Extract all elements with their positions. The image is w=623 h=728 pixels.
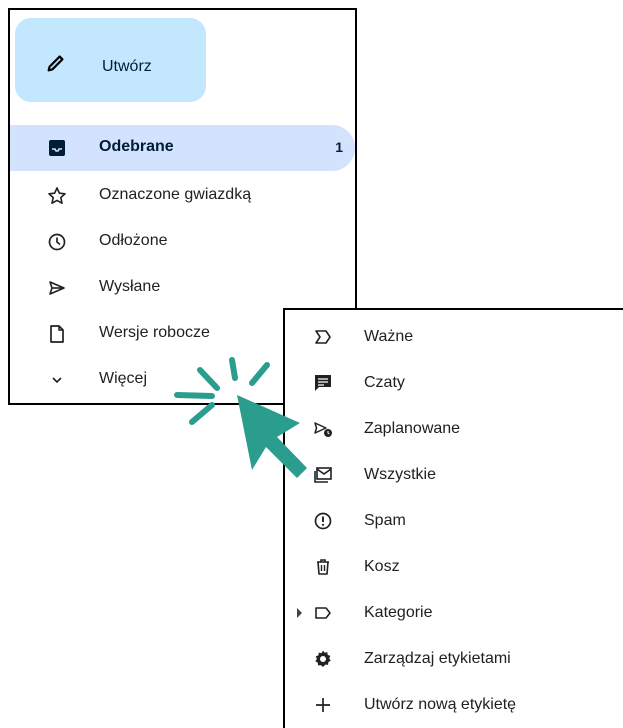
important-icon [315,330,331,344]
compose-label: Utwórz [102,58,152,75]
menu-item-label: Spam [364,512,406,529]
menu-item-all-mail[interactable]: Wszystkie [285,453,623,497]
menu-item-new-label[interactable]: Utwórz nową etykietę [285,683,623,727]
sidebar-item-sent[interactable]: Wysłane [10,265,355,311]
pencil-icon [47,55,64,72]
all-mail-icon [314,467,332,483]
trash-icon [317,559,329,575]
chat-icon [315,375,331,391]
label-icon [315,607,331,619]
spam-icon [314,512,332,530]
menu-item-important[interactable]: Ważne [285,315,623,359]
menu-item-manage-labels[interactable]: Zarządzaj etykietami [285,637,623,681]
menu-item-label: Kosz [364,558,400,575]
inbox-icon [49,140,65,156]
menu-item-spam[interactable]: Spam [285,499,623,543]
plus-icon [316,698,330,712]
menu-item-label: Zaplanowane [364,420,461,437]
expand-caret-icon[interactable] [297,608,302,618]
sidebar-item-label: Oznaczone gwiazdką [99,186,252,203]
scheduled-send-icon [314,422,332,437]
menu-item-scheduled[interactable]: Zaplanowane [285,407,623,451]
sidebar-item-label: Odłożone [99,232,168,249]
send-icon [49,281,65,295]
sidebar-item-snoozed[interactable]: Odłożone [10,219,355,265]
clock-icon [48,233,66,251]
menu-item-categories[interactable]: Kategorie [285,591,623,635]
sidebar-item-label: Odebrane [99,138,174,155]
menu-item-label: Zarządzaj etykietami [364,650,511,667]
sidebar-item-starred[interactable]: Oznaczone gwiazdką [10,173,355,219]
sidebar-item-inbox[interactable]: Odebrane 1 [10,125,355,171]
menu-item-trash[interactable]: Kosz [285,545,623,589]
more-menu-panel: Ważne Czaty Zaplanowane Wszystkie Spam K… [283,308,623,728]
draft-icon [50,325,64,343]
menu-item-label: Czaty [364,374,405,391]
menu-item-label: Ważne [364,328,414,345]
compose-button[interactable]: Utwórz [15,18,206,102]
settings-icon [315,650,331,667]
sidebar-item-label: Wersje robocze [99,324,210,341]
star-icon [48,187,66,204]
sidebar-item-label: Wysłane [99,278,161,295]
chevron-down-icon [52,377,62,384]
unread-count: 1 [335,139,343,155]
sidebar-item-label: Więcej [99,370,148,387]
menu-item-label: Wszystkie [364,466,436,483]
menu-item-label: Kategorie [364,604,433,621]
menu-item-chats[interactable]: Czaty [285,361,623,405]
menu-item-label: Utwórz nową etykietę [364,696,517,713]
